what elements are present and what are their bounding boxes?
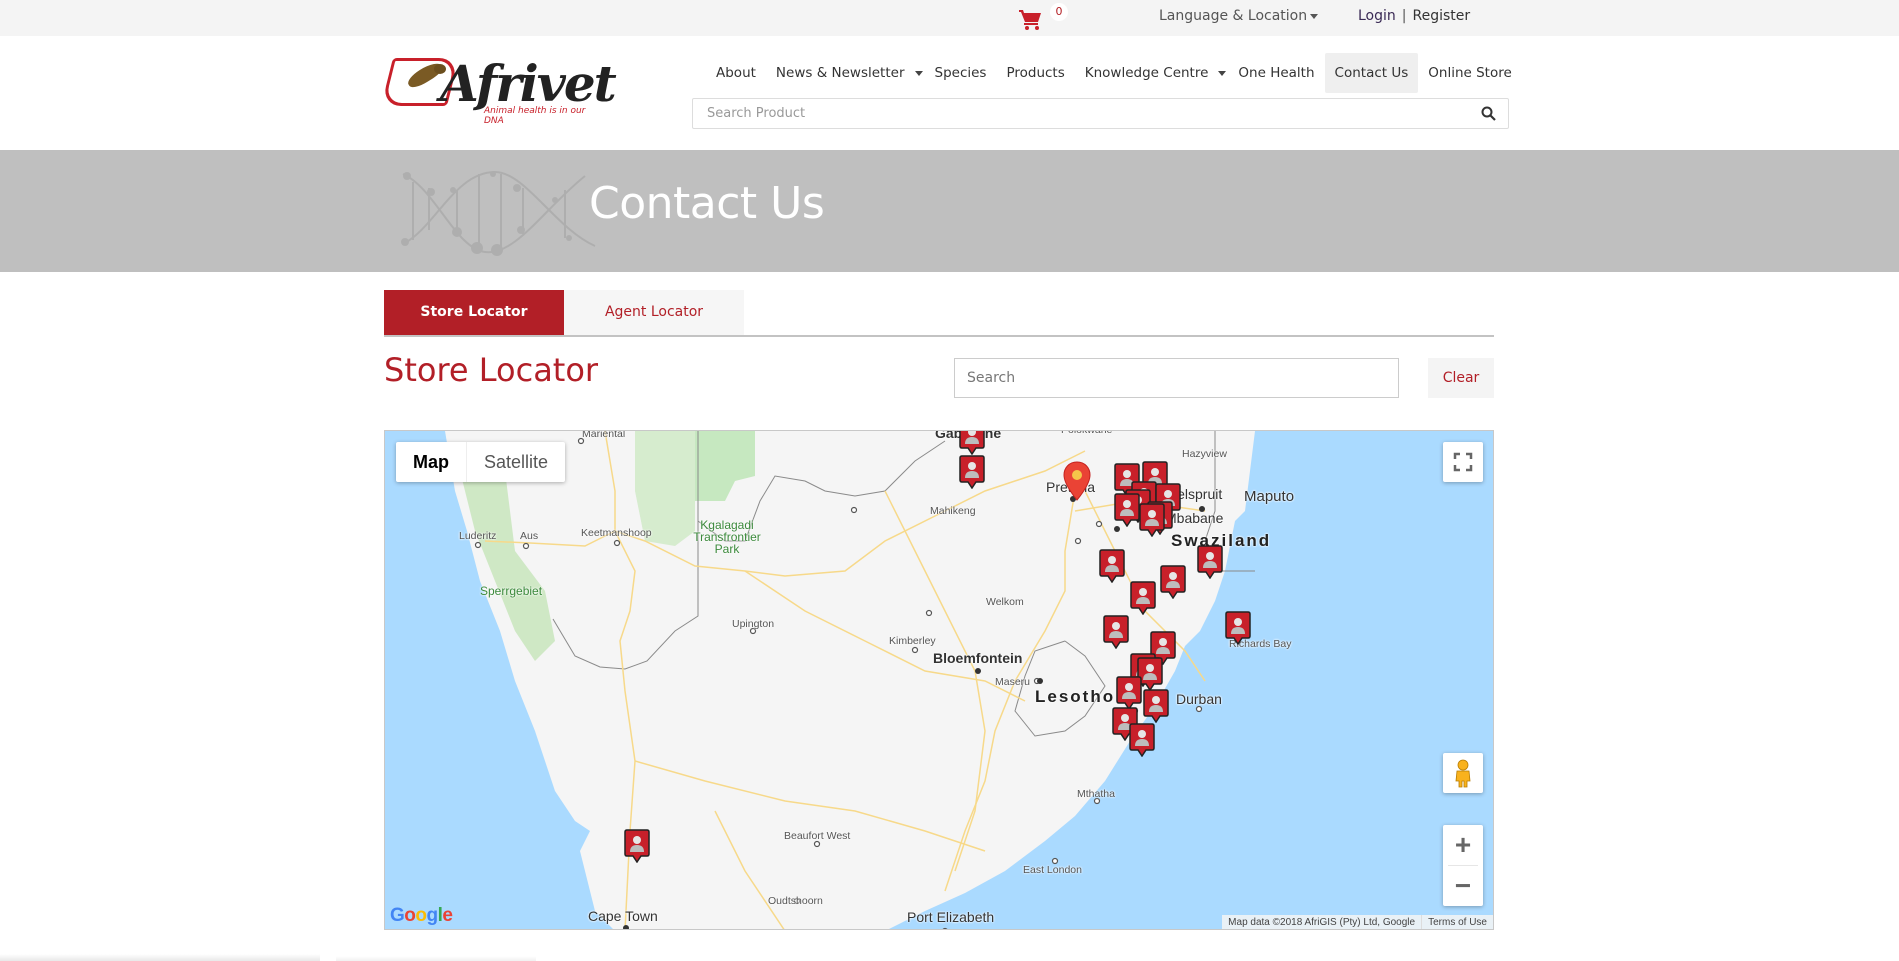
- logo-tagline: Animal health is in our DNA: [484, 106, 586, 126]
- place-label: Sperrgebiet: [480, 584, 543, 598]
- place-label: Luderitz: [459, 530, 497, 542]
- page-banner: [0, 150, 1899, 272]
- place-label: Upington: [732, 618, 775, 630]
- nav-label: About: [716, 65, 756, 81]
- nav-species[interactable]: Species: [925, 53, 997, 93]
- dna-graphic-icon: [401, 170, 596, 256]
- store-marker-icon[interactable]: [1160, 565, 1186, 600]
- place-label: Lesotho: [1035, 687, 1116, 706]
- nav-contact-us[interactable]: Contact Us: [1324, 53, 1419, 93]
- place-label: Cape Town: [588, 908, 658, 924]
- zoom-out-button[interactable]: −: [1443, 866, 1483, 906]
- location-pin-icon[interactable]: [1063, 461, 1091, 501]
- fullscreen-icon: [1453, 452, 1473, 472]
- tab-store-locator[interactable]: Store Locator: [384, 290, 564, 335]
- google-logo[interactable]: Google: [390, 905, 453, 927]
- store-marker-icon[interactable]: [1114, 493, 1140, 528]
- place-label: Polokwane: [1061, 430, 1113, 436]
- place-label: Mthatha: [1077, 788, 1115, 800]
- nav-label: Species: [934, 65, 987, 81]
- store-marker-icon[interactable]: [1197, 545, 1223, 580]
- place-label: Welkom: [986, 596, 1024, 608]
- language-location-label: Language & Location: [1159, 8, 1308, 24]
- place-label: Maputo: [1244, 488, 1295, 505]
- caret-down-icon: [1218, 70, 1227, 76]
- store-marker-icon[interactable]: [1143, 689, 1169, 724]
- map-type-satellite-button[interactable]: Satellite: [467, 442, 565, 482]
- store-marker-icon[interactable]: [1225, 611, 1251, 646]
- place-label: East London: [1023, 864, 1082, 876]
- auth-links: Login | Register: [1358, 8, 1470, 24]
- place-label: Maseru: [995, 676, 1031, 688]
- store-marker-icon[interactable]: [959, 455, 985, 490]
- cart-count-badge: 0: [1050, 3, 1068, 21]
- zoom-in-button[interactable]: +: [1443, 825, 1483, 865]
- nav-label: News & Newsletter: [775, 65, 905, 81]
- caret-down-icon: [1310, 13, 1319, 19]
- nav-products[interactable]: Products: [996, 53, 1074, 93]
- place-label: Kimberley: [889, 635, 936, 647]
- shopping-cart-icon[interactable]: [1018, 8, 1044, 30]
- map-type-map-button[interactable]: Map: [396, 442, 467, 482]
- place-label: Port Elizabeth: [907, 909, 995, 925]
- product-search-box: [692, 98, 1509, 129]
- footer-shadow: [336, 956, 536, 961]
- locator-tabs: Store Locator Agent Locator: [384, 290, 1494, 337]
- section-title: Store Locator: [384, 351, 599, 389]
- place-label: Bloemfontein: [933, 650, 1023, 666]
- nav-knowledge-centre[interactable]: Knowledge Centre: [1075, 53, 1229, 93]
- register-link[interactable]: Register: [1413, 8, 1471, 24]
- store-search-input[interactable]: [954, 358, 1399, 398]
- pegman-icon: [1455, 759, 1471, 788]
- store-map[interactable]: Mariental Gaborone Polokwane Hazyview Pr…: [384, 430, 1494, 930]
- map-data-credit: Map data ©2018 AfriGIS (Pty) Ltd, Google: [1228, 917, 1416, 928]
- nav-label: Contact Us: [1334, 65, 1409, 81]
- logo-wordmark: Afrivet: [440, 54, 617, 113]
- nav-about[interactable]: About: [706, 53, 766, 93]
- store-marker-icon[interactable]: [1099, 549, 1125, 584]
- tab-agent-locator[interactable]: Agent Locator: [564, 290, 744, 335]
- caret-down-icon: [914, 70, 923, 76]
- language-location-dropdown[interactable]: Language & Location: [1159, 8, 1319, 24]
- street-view-pegman[interactable]: [1443, 753, 1483, 793]
- zoom-control: + −: [1443, 825, 1483, 906]
- place-label: Hazyview: [1182, 448, 1227, 460]
- store-marker-icon[interactable]: [1116, 676, 1142, 711]
- footer-shadow: [0, 954, 320, 961]
- place-label: Mahikeng: [930, 505, 976, 517]
- nav-online-store[interactable]: Online Store: [1418, 53, 1522, 93]
- place-label: Kgalagadi Transfrontier Park: [693, 518, 761, 556]
- map-attribution: Map data ©2018 AfriGIS (Pty) Ltd, Google…: [1222, 915, 1493, 929]
- store-marker-icon[interactable]: [1130, 581, 1156, 616]
- terms-of-use-link[interactable]: Terms of Use: [1421, 915, 1493, 929]
- login-link[interactable]: Login: [1358, 8, 1396, 24]
- place-label: Oudtshoorn: [768, 895, 823, 907]
- afrivet-logo[interactable]: Afrivet Animal health is in our DNA: [381, 54, 617, 128]
- nav-label: One Health: [1238, 65, 1315, 81]
- place-label: Keetmanshoop: [581, 527, 652, 539]
- page-title: Contact Us: [589, 178, 825, 229]
- nav-one-health[interactable]: One Health: [1228, 53, 1324, 93]
- store-marker-icon[interactable]: [1129, 723, 1155, 758]
- map-type-control: Map Satellite: [396, 442, 566, 482]
- top-utility-bar: 0 Language & Location Login | Register: [0, 0, 1899, 36]
- product-search-input[interactable]: [693, 99, 1453, 128]
- store-marker-icon[interactable]: [1103, 615, 1129, 650]
- clear-button[interactable]: Clear: [1428, 358, 1494, 398]
- store-marker-icon[interactable]: [1139, 503, 1165, 538]
- nav-label: Knowledge Centre: [1084, 65, 1209, 81]
- place-label: Mariental: [582, 430, 626, 440]
- main-nav: About News & Newsletter Species Products…: [706, 53, 1522, 93]
- place-label: Durban: [1176, 691, 1222, 707]
- place-label: Beaufort West: [784, 830, 851, 842]
- store-marker-icon[interactable]: [959, 431, 985, 456]
- nav-label: Online Store: [1428, 65, 1512, 81]
- store-marker-icon[interactable]: [624, 829, 650, 864]
- nav-news-newsletter[interactable]: News & Newsletter: [766, 53, 925, 93]
- auth-separator: |: [1401, 8, 1407, 24]
- nav-label: Products: [1006, 65, 1065, 81]
- search-icon[interactable]: [1481, 106, 1496, 121]
- fullscreen-button[interactable]: [1443, 442, 1483, 482]
- place-label: Aus: [520, 530, 539, 542]
